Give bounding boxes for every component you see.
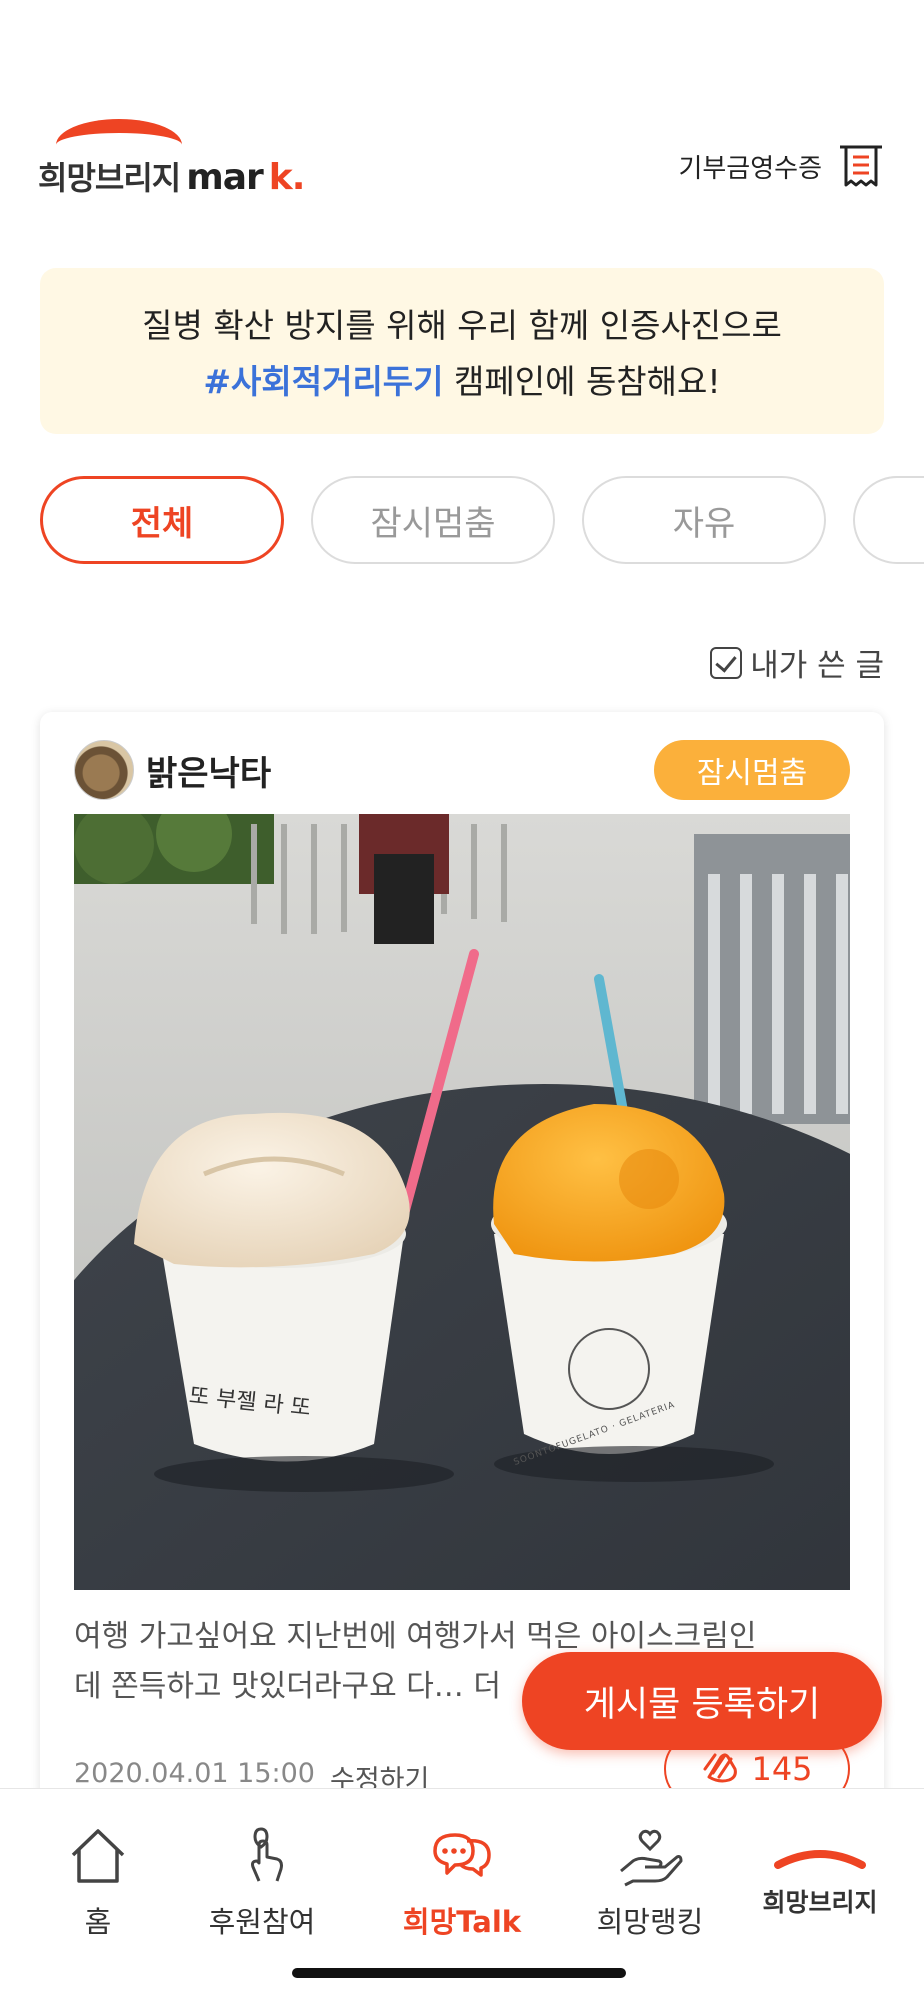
nav-home[interactable]: 홈 xyxy=(8,1821,188,1941)
home-indicator xyxy=(292,1968,626,1978)
tab-all[interactable]: 전체 xyxy=(40,476,284,564)
nav-donate-label: 후원참여 xyxy=(208,1905,316,1939)
nav-hopebridge[interactable]: 희망브리지 xyxy=(730,1821,910,1919)
banner-hashtag: #사회적거리두기 xyxy=(203,362,444,401)
logo-mark-text: mar xyxy=(186,157,264,198)
post-author[interactable]: 밝은낙타 xyxy=(146,746,271,795)
touch-heart-icon xyxy=(227,1821,297,1891)
heart-hand-icon xyxy=(615,1821,685,1891)
nav-talk[interactable]: 희망Talk xyxy=(372,1821,552,1941)
nav-ranking-label: 희망랭킹 xyxy=(596,1905,704,1939)
tab-pause[interactable]: 잠시멈춤 xyxy=(311,476,555,564)
banner-line-1: 질병 확산 방지를 위해 우리 함께 인증사진으로 xyxy=(142,306,782,345)
clap-icon xyxy=(701,1747,743,1791)
nav-ranking[interactable]: 희망랭킹 xyxy=(560,1821,740,1941)
hopebridge-logo-icon xyxy=(774,1821,866,1891)
donation-receipt-label: 기부금영수증 xyxy=(678,153,822,184)
logo-arc xyxy=(56,119,182,145)
campaign-banner[interactable]: 질병 확산 방지를 위해 우리 함께 인증사진으로 #사회적거리두기 캠페인에 … xyxy=(40,268,884,434)
nav-donate[interactable]: 후원참여 xyxy=(172,1821,352,1941)
my-posts-filter[interactable]: 내가 쓴 글 xyxy=(710,640,884,685)
donation-receipt-button[interactable]: 기부금영수증 xyxy=(678,140,886,192)
header: 희망브리지 mar k. 기부금영수증 xyxy=(0,0,924,250)
logo-text: 희망브리지 xyxy=(38,159,181,197)
avatar[interactable] xyxy=(74,740,134,800)
chat-bubble-icon xyxy=(427,1821,497,1891)
logo-mark-k: k. xyxy=(268,157,306,198)
status-badge: 잠시멈춤 xyxy=(654,740,850,800)
my-posts-label: 내가 쓴 글 xyxy=(750,648,884,684)
post-date: 2020.04.01 15:00 xyxy=(74,1758,315,1789)
tab-free[interactable]: 자유 xyxy=(582,476,826,564)
logo-wordmark: 희망브리지 mar k. xyxy=(38,153,306,199)
nav-hopebridge-label: 희망브리지 xyxy=(762,1888,878,1917)
post-card[interactable]: 밝은낙타 잠시멈춤 또 부젤 라 또 SOONTOFUGELATO · GELA… xyxy=(40,712,884,1812)
nav-home-label: 홈 xyxy=(84,1905,112,1939)
post-photo[interactable]: 또 부젤 라 또 SOONTOFUGELATO · GELATERIA xyxy=(74,814,850,1590)
my-posts-checkbox[interactable] xyxy=(710,646,743,679)
home-icon xyxy=(63,1821,133,1891)
tab-more[interactable] xyxy=(853,476,924,564)
hopebridge-mark-logo[interactable]: 희망브리지 mar k. xyxy=(38,115,338,198)
category-tabs: 전체 잠시멈춤 자유 xyxy=(40,476,924,564)
receipt-icon xyxy=(836,141,886,191)
nav-talk-label: 희망Talk xyxy=(402,1905,522,1939)
create-post-button[interactable]: 게시물 등록하기 xyxy=(522,1652,882,1750)
banner-line-2-text: 캠페인에 동참해요! xyxy=(443,362,721,401)
like-count: 145 xyxy=(751,1750,813,1788)
banner-line-2: #사회적거리두기 캠페인에 동참해요! xyxy=(40,354,884,410)
